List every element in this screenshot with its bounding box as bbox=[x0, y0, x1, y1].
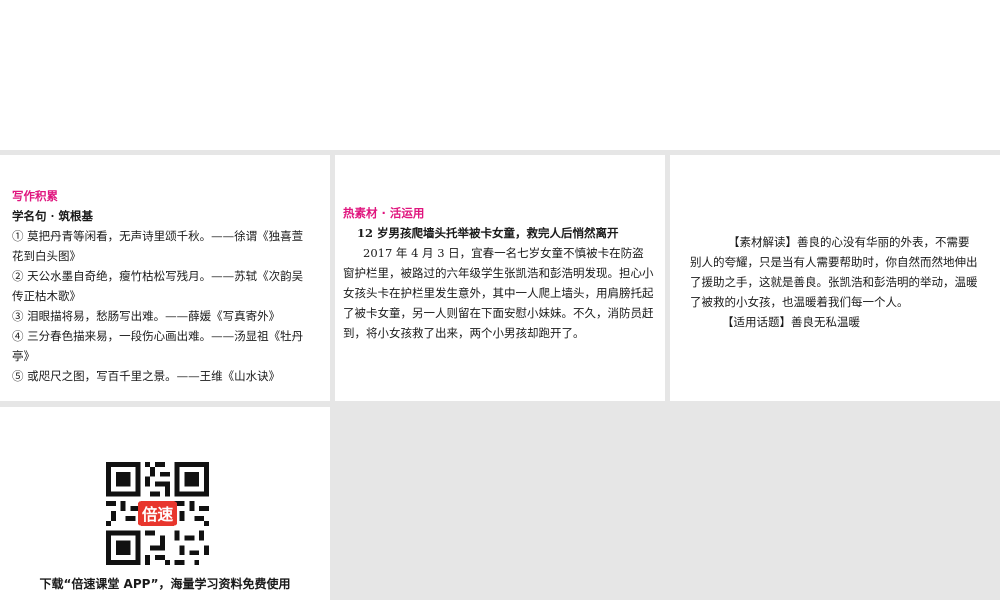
quote-item: ① 莫把丹青等闲看，无声诗里颂千秋。——徐谓《独喜萱花到白头图》 bbox=[12, 229, 304, 263]
top-blank-area bbox=[0, 0, 1000, 150]
section-title-writing: 写作积累 bbox=[12, 189, 58, 203]
qr-panel: 倍速 下载“倍速课堂 APP”，海量学习资料免费使用 bbox=[0, 407, 330, 600]
app-download-caption: 下载“倍速课堂 APP”，海量学习资料免费使用 bbox=[39, 577, 291, 591]
hot-material-panel: 热素材 · 活运用 12 岁男孩爬墙头托举被卡女童，救完人后悄然离开 2017 … bbox=[335, 155, 665, 401]
writing-accumulation-panel: 写作积累 学名句 · 筑根基 ① 莫把丹青等闲看，无声诗里颂千秋。——徐谓《独喜… bbox=[0, 155, 330, 401]
quote-item: ⑤ 或咫尺之图，写百千里之景。——王维《山水诀》 bbox=[12, 369, 281, 383]
qr-logo-text: 倍速 bbox=[142, 505, 174, 524]
quote-item: ② 天公水墨自奇绝，瘦竹枯松写残月。——苏轼《次韵吴传正枯木歌》 bbox=[12, 269, 304, 303]
section-title-material: 热素材 · 活运用 bbox=[343, 206, 425, 220]
story-headline: 12 岁男孩爬墙头托举被卡女童，救完人后悄然离开 bbox=[357, 226, 619, 240]
story-body: 2017 年 4 月 3 日，宜春一名七岁女童不慎被卡在防盗窗护栏里，被路过的六… bbox=[343, 246, 654, 340]
quote-item: ④ 三分春色描来易，一段伤心画出难。——汤显祖《牡丹亭》 bbox=[12, 329, 304, 363]
subtitle-famous-lines: 学名句 · 筑根基 bbox=[12, 209, 94, 223]
interpretation-panel: 【素材解读】善良的心没有华丽的外表，不需要别人的夸耀，只是当有人需要帮助时，你自… bbox=[670, 155, 1000, 401]
material-interpretation: 【素材解读】善良的心没有华丽的外表，不需要别人的夸耀，只是当有人需要帮助时，你自… bbox=[690, 235, 978, 309]
applicable-topic: 【适用话题】善良无私温暖 bbox=[722, 315, 860, 329]
qr-code-icon[interactable]: 倍速 bbox=[106, 462, 209, 565]
quote-item: ③ 泪眼描将易，愁肠写出难。——薛媛《写真寄外》 bbox=[12, 309, 281, 323]
